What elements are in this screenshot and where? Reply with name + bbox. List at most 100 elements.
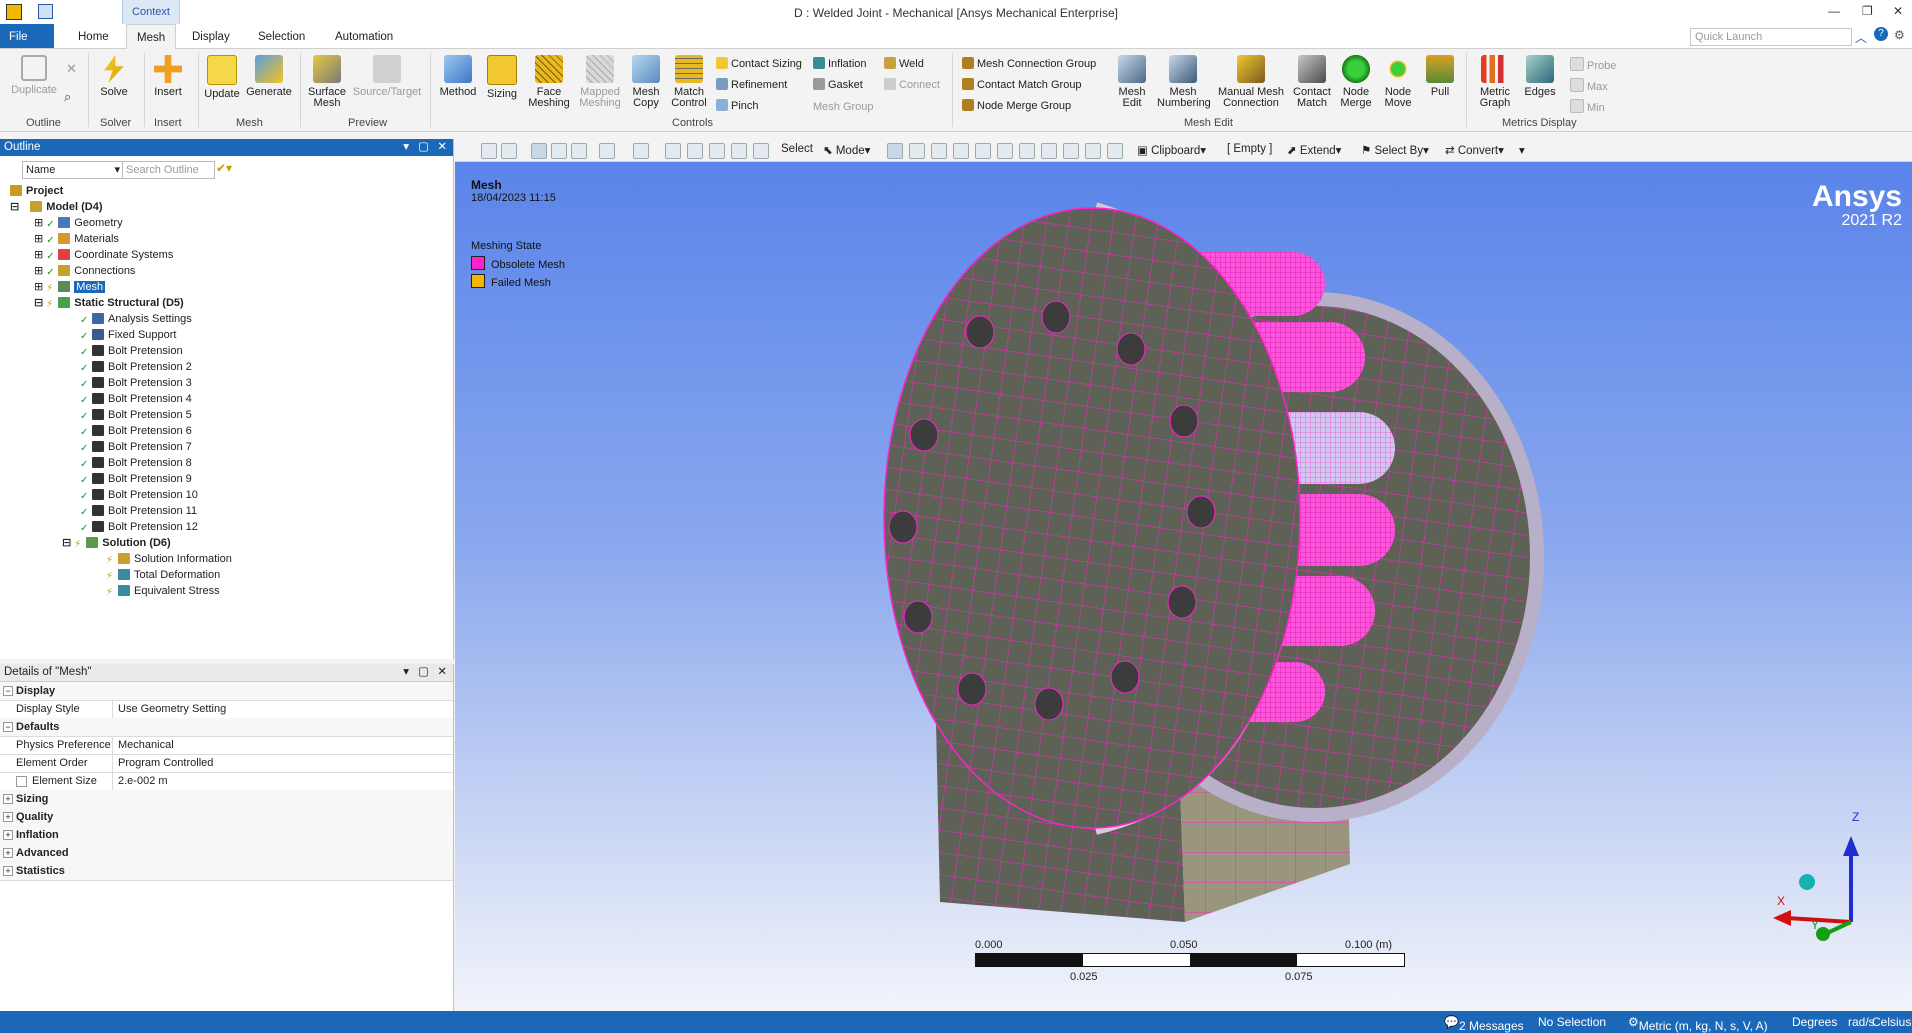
tab-display[interactable]: Display xyxy=(182,24,240,48)
weld-button[interactable]: Weld xyxy=(884,57,924,70)
select-element-face-icon[interactable] xyxy=(997,143,1013,159)
tree-node-total-deformation[interactable]: ⚡ Total Deformation xyxy=(106,567,220,583)
graphics-viewport[interactable]: Mesh 18/04/2023 11:15 Meshing State Obso… xyxy=(455,162,1912,1011)
wireframe-icon[interactable] xyxy=(551,143,567,159)
contact-sizing-button[interactable]: Contact Sizing xyxy=(716,57,802,70)
tree-node-bolt-pretension-3[interactable]: ✓ Bolt Pretension 3 xyxy=(80,375,192,391)
details-row-element-size[interactable]: Element Size 2.e-002 m xyxy=(0,772,453,791)
node-move-button[interactable]: Node Move xyxy=(1378,55,1418,109)
chevron-up-icon[interactable]: ︿ xyxy=(1855,29,1867,46)
quick-launch-input[interactable]: Quick Launch xyxy=(1690,28,1852,46)
close-icon[interactable]: ✕ xyxy=(1893,4,1903,18)
tab-home[interactable]: Home xyxy=(68,24,119,48)
select-element-icon[interactable] xyxy=(1019,143,1035,159)
select-face-icon[interactable] xyxy=(931,143,947,159)
details-category-defaults[interactable]: − Defaults xyxy=(0,718,453,737)
select-button[interactable]: Select xyxy=(781,143,813,155)
tree-node-bolt-pretension-4[interactable]: ✓ Bolt Pretension 4 xyxy=(80,391,192,407)
insert-button[interactable]: Insert xyxy=(150,55,186,98)
mesh-group-button[interactable]: Mesh Group xyxy=(813,101,874,113)
select-body-icon[interactable] xyxy=(953,143,969,159)
details-category-statistics[interactable]: + Statistics xyxy=(0,862,453,881)
annotation-icon[interactable] xyxy=(1085,143,1101,159)
contact-match-button[interactable]: Contact Match xyxy=(1290,55,1334,109)
tree-node-bolt-pretension-10[interactable]: ✓ Bolt Pretension 10 xyxy=(80,487,198,503)
details-category-display[interactable]: − Display xyxy=(0,682,453,701)
node-merge-group-button[interactable]: Node Merge Group xyxy=(962,99,1071,112)
tree-node-model[interactable]: ⊟ Model (D4) xyxy=(10,199,103,215)
maximize-icon[interactable]: ▢ xyxy=(418,139,429,156)
details-category-quality[interactable]: + Quality xyxy=(0,808,453,827)
settings-icon[interactable]: ⚙ xyxy=(1894,28,1905,42)
mode-dropdown[interactable]: ⬉ Mode▾ xyxy=(823,143,870,157)
inflation-button[interactable]: Inflation xyxy=(813,57,867,70)
method-button[interactable]: Method xyxy=(436,55,480,98)
details-row-display-style[interactable]: Display Style Use Geometry Setting xyxy=(0,700,453,719)
toolbar-overflow-icon[interactable]: ▾ xyxy=(1519,143,1525,157)
gasket-button[interactable]: Gasket xyxy=(813,78,863,91)
select-all-icon[interactable] xyxy=(1063,143,1079,159)
connect-button[interactable]: Connect xyxy=(884,78,940,91)
manual-mesh-connection-button[interactable]: Manual Mesh Connection xyxy=(1214,55,1288,109)
select-node-icon[interactable] xyxy=(975,143,991,159)
tree-node-bolt-pretension-8[interactable]: ✓ Bolt Pretension 8 xyxy=(80,455,192,471)
tree-node-solution[interactable]: ⊟ ⚡ Solution (D6) xyxy=(62,535,171,551)
tree-node-bolt-pretension-12[interactable]: ✓ Bolt Pretension 12 xyxy=(80,519,198,535)
magnify-icon[interactable] xyxy=(753,143,769,159)
zoom-fit-icon[interactable] xyxy=(731,143,747,159)
tree-node-bolt-pretension-2[interactable]: ✓ Bolt Pretension 2 xyxy=(80,359,192,375)
extend-dropdown[interactable]: ⬈ Extend▾ xyxy=(1287,143,1341,157)
tree-node-fixed-support[interactable]: ✓ Fixed Support xyxy=(80,327,176,343)
outline-filter-select[interactable]: Name ▾ xyxy=(22,161,123,179)
select-by-dropdown[interactable]: ⚑ Select By▾ xyxy=(1361,143,1429,157)
units-indicator[interactable]: ⚙ Metric (m, kg, N, s, V, A) xyxy=(1628,1015,1768,1033)
select-edge-icon[interactable] xyxy=(909,143,925,159)
tree-node-coordinate-systems[interactable]: ⊞ ✓ Coordinate Systems xyxy=(34,247,173,263)
pinch-button[interactable]: Pinch xyxy=(716,99,759,112)
node-merge-button[interactable]: Node Merge xyxy=(1336,55,1376,109)
pull-button[interactable]: Pull xyxy=(1420,55,1460,98)
zoom-out-icon[interactable] xyxy=(481,143,497,159)
metric-graph-button[interactable]: Metric Graph xyxy=(1472,55,1518,109)
mesh-edit-button[interactable]: Mesh Edit xyxy=(1112,55,1152,109)
outline-search-input[interactable]: Search Outline xyxy=(122,161,215,179)
tab-file[interactable]: File xyxy=(0,24,54,48)
close-small-icon[interactable]: ✕ xyxy=(66,61,77,77)
select-mesh-icon[interactable] xyxy=(1041,143,1057,159)
minimize-icon[interactable]: — xyxy=(1828,4,1840,18)
maximize-icon[interactable]: ▢ xyxy=(418,664,429,681)
filter-dropdown-icon[interactable]: ✔▾ xyxy=(216,161,232,175)
tree-node-bolt-pretension[interactable]: ✓ Bolt Pretension xyxy=(80,343,183,359)
duplicate-button[interactable]: Duplicate xyxy=(8,55,60,96)
zoom-icon[interactable] xyxy=(687,143,703,159)
max-button[interactable]: Max xyxy=(1570,78,1608,93)
pin-icon[interactable]: ▾ xyxy=(403,664,409,681)
details-row-physics-preference[interactable]: Physics Preference Mechanical xyxy=(0,736,453,755)
tree-node-project[interactable]: Project xyxy=(10,183,63,199)
mesh-copy-button[interactable]: Mesh Copy xyxy=(626,55,666,109)
face-meshing-button[interactable]: Face Meshing xyxy=(524,55,574,109)
rotate-icon[interactable] xyxy=(633,143,649,159)
tree-node-materials[interactable]: ⊞ ✓ Materials xyxy=(34,231,119,247)
pin-icon[interactable]: ▾ xyxy=(403,139,409,156)
tree-node-geometry[interactable]: ⊞ ✓ Geometry xyxy=(34,215,123,231)
tree-node-bolt-pretension-5[interactable]: ✓ Bolt Pretension 5 xyxy=(80,407,192,423)
help-icon[interactable]: ? xyxy=(1874,27,1888,41)
close-panel-icon[interactable]: ✕ xyxy=(437,664,447,681)
tree-node-bolt-pretension-11[interactable]: ✓ Bolt Pretension 11 xyxy=(80,503,197,519)
velocity-units[interactable]: rad/s xyxy=(1848,1015,1875,1029)
convert-dropdown[interactable]: ⇄ Convert▾ xyxy=(1445,143,1504,157)
tab-mesh[interactable]: Mesh xyxy=(126,24,177,50)
temperature-units[interactable]: Celsius xyxy=(1872,1015,1911,1029)
mesh-numbering-button[interactable]: Mesh Numbering xyxy=(1154,55,1212,109)
edges-button[interactable]: Edges xyxy=(1520,55,1560,98)
box-zoom-icon[interactable] xyxy=(709,143,725,159)
tree-node-bolt-pretension-6[interactable]: ✓ Bolt Pretension 6 xyxy=(80,423,192,439)
search-icon[interactable]: ⌕ xyxy=(64,89,71,105)
tree-node-equivalent-stress[interactable]: ⚡ Equivalent Stress xyxy=(106,583,220,599)
sizing-button[interactable]: Sizing xyxy=(482,55,522,100)
source-target-button[interactable]: Source/Target xyxy=(350,55,424,98)
messages-indicator[interactable]: 💬 2 Messages xyxy=(1444,1015,1524,1033)
shaded-icon[interactable] xyxy=(531,143,547,159)
pan-icon[interactable] xyxy=(665,143,681,159)
